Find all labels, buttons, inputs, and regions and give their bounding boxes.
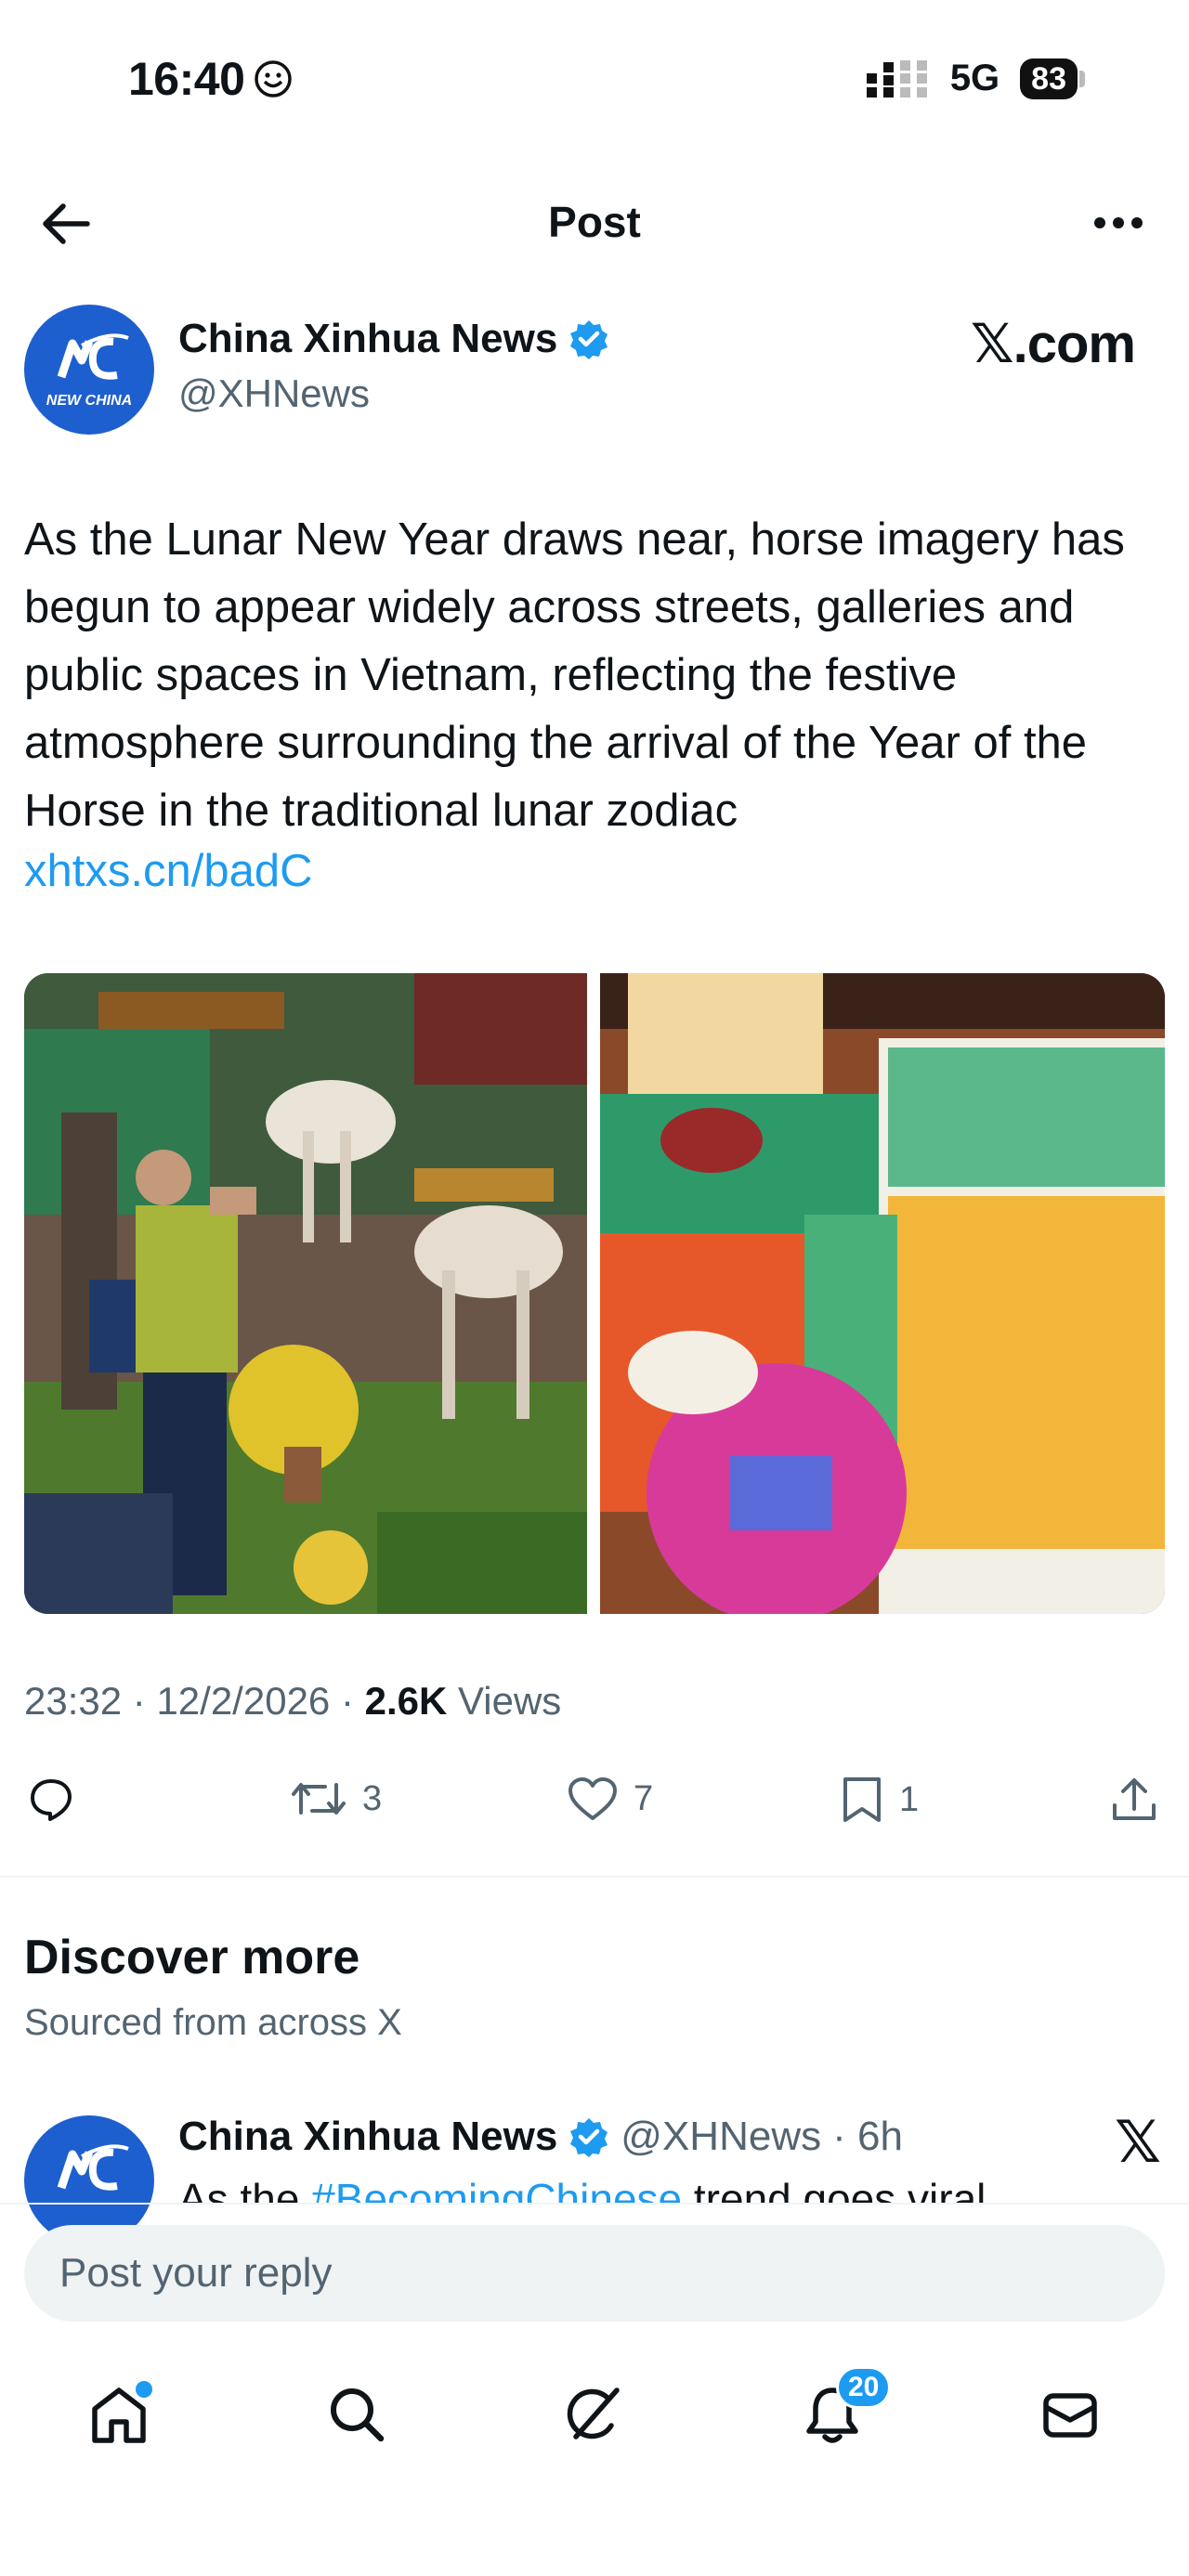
battery-tip [1079, 70, 1085, 87]
signal-icon [866, 59, 927, 98]
recommended-text[interactable]: As the #BecomingChinese trend goes viral [178, 2171, 1107, 2203]
home-unread-dot [136, 2381, 152, 2398]
source-logo: 𝕏.com [970, 314, 1136, 374]
repost-button[interactable]: 3 [290, 1776, 382, 1822]
repost-count: 3 [362, 1778, 383, 1818]
recommended-text-clip: As the #BecomingChinese trend goes viral [178, 2171, 1107, 2203]
nav-search[interactable] [318, 2375, 396, 2453]
xinhua-logo-icon: NEW CHINA [46, 333, 132, 409]
like-count: 7 [634, 1778, 654, 1818]
nav-grok[interactable] [555, 2375, 634, 2453]
author-handle[interactable]: @XHNews [178, 371, 370, 416]
meta-separator: · [340, 1679, 365, 1723]
status-right: 5G 83 [865, 58, 1085, 99]
recommended-text-prefix: As the [178, 2175, 312, 2203]
heart-icon [568, 1777, 617, 1820]
mail-icon [1043, 2393, 1097, 2438]
recommended-header[interactable]: China Xinhua News @XHNews · 6h [178, 2114, 903, 2160]
discover-subtitle: Sourced from across X [24, 2002, 402, 2043]
page-title: Post [548, 198, 641, 246]
photo-horse-stamps [600, 973, 1165, 1614]
meta-separator: · [132, 1679, 157, 1723]
views-label: Views [458, 1679, 562, 1723]
reply-input[interactable]: Post your reply [24, 2225, 1165, 2322]
post-time: 23:32 [24, 1679, 123, 1723]
post-image-horse-stamps[interactable] [600, 973, 1165, 1614]
bookmark-icon [843, 1777, 881, 1822]
recommended-handle[interactable]: @XHNews [621, 2114, 821, 2160]
verified-badge-icon [570, 320, 608, 359]
more-options-button[interactable] [1081, 195, 1156, 251]
reply-icon [31, 1779, 72, 1821]
smiley-icon [255, 60, 293, 98]
like-button[interactable]: 7 [567, 1776, 653, 1822]
grok-icon [567, 2387, 620, 2439]
share-icon [1113, 1778, 1156, 1820]
recommended-author-name[interactable]: China Xinhua News [178, 2114, 557, 2160]
x-logo-icon: 𝕏 [1115, 2111, 1161, 2175]
share-button[interactable] [1109, 1776, 1159, 1826]
nav-messages[interactable] [1031, 2375, 1109, 2453]
more-dots-icon [1094, 217, 1143, 228]
photo-tourist-horse-decor [24, 973, 587, 1614]
post-meta: 23:32 · 12/2/2026 · 2.6K Views [24, 1679, 561, 1724]
notifications-badge: 20 [836, 2366, 892, 2409]
nav-home[interactable] [80, 2375, 158, 2453]
section-divider [0, 1876, 1189, 1878]
post-actions: 3 7 1 [24, 1776, 1165, 1831]
network-label: 5G [949, 58, 1000, 98]
reply-button[interactable] [28, 1776, 89, 1822]
author-name-row[interactable]: China Xinhua News [178, 316, 609, 362]
battery-level: 83 [1020, 58, 1078, 99]
avatar-caption: NEW CHINA [46, 393, 132, 409]
post-text: As the Lunar New Year draws near, horse … [24, 514, 1125, 836]
post-image-tourist-horses[interactable] [24, 973, 587, 1614]
views-count: 2.6K [364, 1679, 448, 1723]
author-name[interactable]: China Xinhua News [178, 316, 557, 362]
bookmark-count: 1 [899, 1779, 920, 1819]
post-link[interactable]: xhtxs.cn/badC [24, 845, 313, 897]
reply-separator [0, 2203, 1189, 2205]
verified-badge-icon [570, 2118, 608, 2157]
repost-icon [292, 1783, 346, 1815]
recommended-hashtag[interactable]: #BecomingChinese [311, 2175, 682, 2203]
status-time: 16:40 [128, 52, 293, 106]
clock-text: 16:40 [128, 53, 245, 105]
search-icon [331, 2388, 385, 2442]
battery-indicator: 83 [1020, 58, 1085, 99]
nav-notifications[interactable]: 20 [793, 2366, 892, 2453]
author-avatar[interactable]: NEW CHINA [24, 305, 154, 435]
recommended-age: · 6h [832, 2114, 903, 2159]
discover-title: Discover more [24, 1931, 360, 1984]
bookmark-button[interactable]: 1 [840, 1776, 919, 1824]
post-date: 12/2/2026 [156, 1679, 331, 1723]
recommended-text-suffix: trend goes viral [682, 2175, 986, 2203]
